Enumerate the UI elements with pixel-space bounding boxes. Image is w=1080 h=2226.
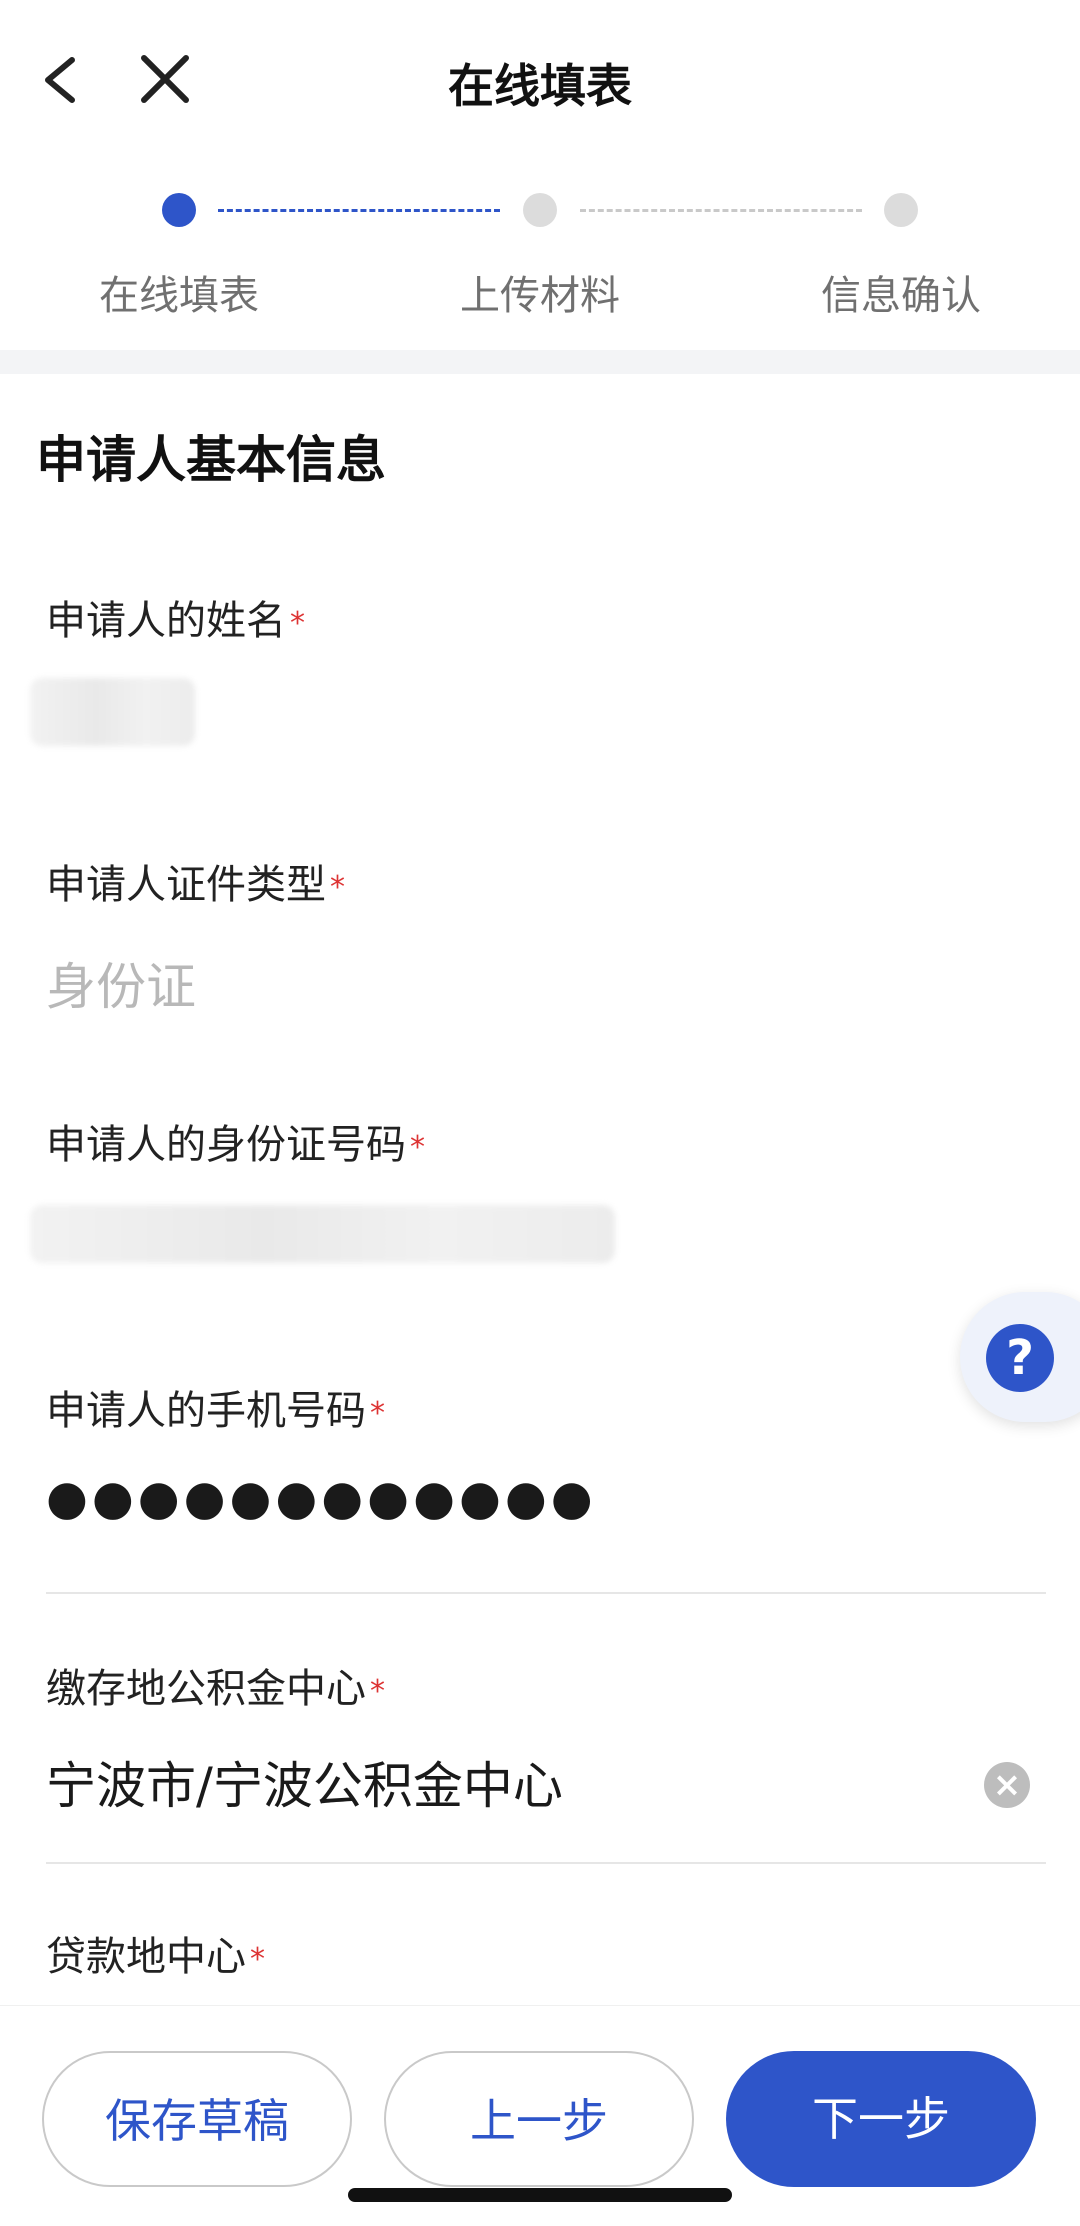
step-label-confirm: 信息确认 <box>821 273 981 319</box>
field-label: 申请人的姓名 * <box>46 598 305 644</box>
field-label: 缴存地公积金中心 * <box>46 1666 385 1712</box>
redacted-value <box>30 678 195 746</box>
deposit-center-value: 宁波市/宁波公积金中心 <box>46 1757 563 1815</box>
page-title: 在线填表 <box>448 59 632 113</box>
section-divider <box>0 350 1080 374</box>
step-dot-3 <box>884 193 918 227</box>
field-separator <box>46 1862 1046 1864</box>
next-step-button[interactable]: 下一步 <box>726 2051 1036 2187</box>
field-id-number[interactable]: 申请人的身份证号码 * <box>46 1112 1046 1170</box>
step-label-fill-form: 在线填表 <box>99 273 259 319</box>
required-marker: * <box>250 1941 265 1977</box>
step-label-upload: 上传材料 <box>460 273 620 319</box>
save-draft-button[interactable]: 保存草稿 <box>42 2051 352 2187</box>
previous-step-button[interactable]: 上一步 <box>384 2051 694 2187</box>
step-dot-1 <box>162 193 196 227</box>
field-phone[interactable]: 申请人的手机号码 * ●●●●●●●●●●●● <box>46 1378 1046 1526</box>
field-id-type[interactable]: 申请人证件类型 * 身份证 <box>46 852 1046 1016</box>
field-deposit-center[interactable]: 缴存地公积金中心 * 宁波市/宁波公积金中心 <box>46 1656 1046 1815</box>
required-marker: * <box>370 1673 385 1709</box>
field-label: 贷款地中心 * <box>46 1934 265 1980</box>
id-type-value: 身份证 <box>46 958 196 1016</box>
field-applicant-name[interactable]: 申请人的姓名 * <box>46 588 1046 646</box>
redacted-value <box>30 1205 615 1263</box>
field-loan-center[interactable]: 贷款地中心 * <box>46 1924 1046 1982</box>
step-dot-2 <box>523 193 557 227</box>
field-label: 申请人的身份证号码 * <box>46 1122 425 1168</box>
step-connector-1 <box>218 209 500 212</box>
required-marker: * <box>330 869 345 905</box>
field-separator <box>46 1592 1046 1594</box>
required-marker: * <box>410 1129 425 1165</box>
field-label: 申请人证件类型 * <box>46 862 345 908</box>
phone-masked-value: ●●●●●●●●●●●● <box>46 1470 597 1526</box>
step-connector-2 <box>580 209 862 212</box>
top-nav-bar: 在线填表 <box>0 0 1080 150</box>
progress-stepper: 在线填表 上传材料 信息确认 <box>0 175 1080 345</box>
section-title: 申请人基本信息 <box>36 431 386 489</box>
field-label: 申请人的手机号码 * <box>46 1388 385 1434</box>
required-marker: * <box>370 1395 385 1431</box>
clear-icon[interactable]: × <box>984 1762 1030 1808</box>
required-marker: * <box>290 605 305 641</box>
home-indicator <box>348 2188 732 2202</box>
